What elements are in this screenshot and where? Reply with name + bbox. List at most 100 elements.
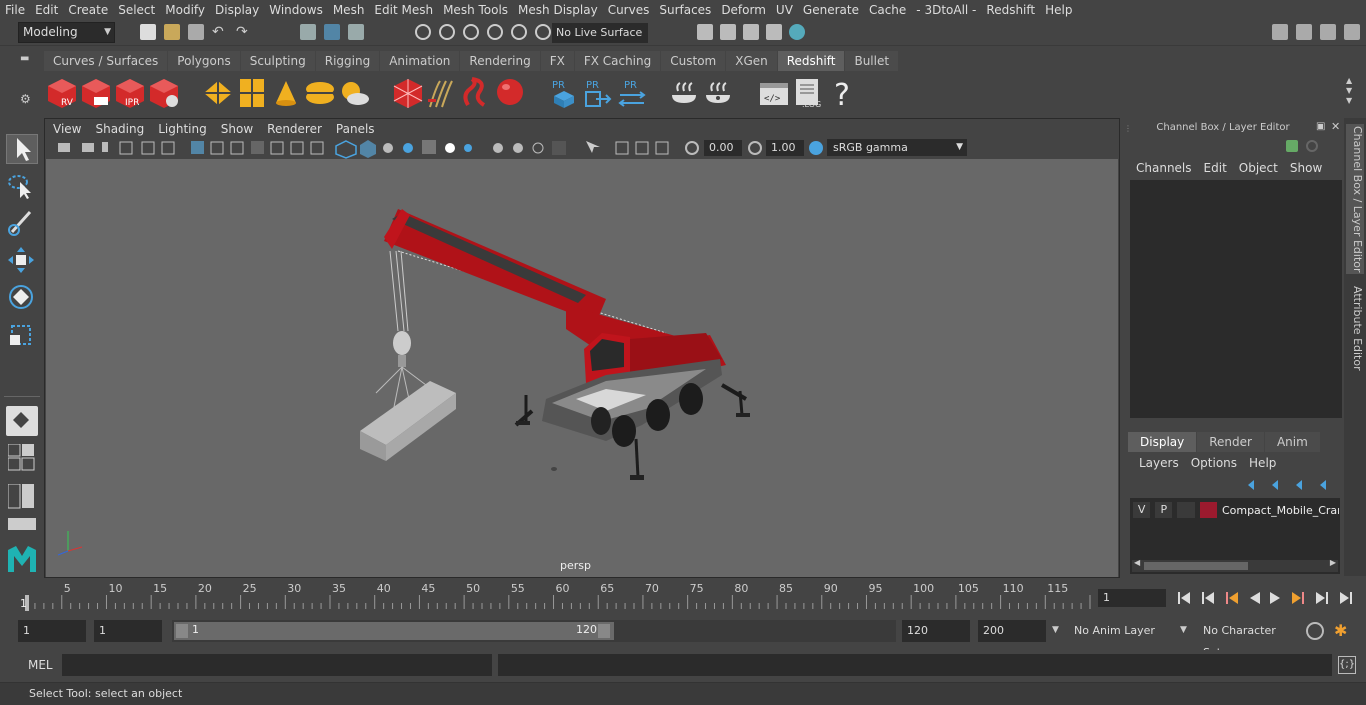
outliner-layout-icon[interactable] <box>8 518 36 530</box>
script-editor-icon[interactable]: {;} <box>1338 656 1356 674</box>
rs-render-sequence-icon[interactable] <box>80 77 112 109</box>
range-end-handle[interactable] <box>598 624 610 638</box>
layer-row[interactable]: V P Compact_Mobile_Cran <box>1133 501 1339 519</box>
shelf-tab-curves-surfaces[interactable]: Curves / Surfaces <box>44 51 168 71</box>
four-view-layout-icon[interactable] <box>7 443 36 472</box>
menu-set-dropdown[interactable]: Modeling ▼ <box>18 22 115 43</box>
channel-menu-object[interactable]: Object <box>1233 161 1284 175</box>
shelf-tab-rendering[interactable]: Rendering <box>460 51 540 71</box>
current-frame-field[interactable]: 1 <box>1098 589 1166 607</box>
move-layer-down-icon[interactable] <box>1272 480 1278 490</box>
layer-tab-render[interactable]: Render <box>1197 432 1264 452</box>
rs-hair-icon[interactable] <box>426 77 458 109</box>
new-layer-selected-icon[interactable] <box>1320 480 1326 490</box>
character-set-dropdown[interactable]: No Character Set <box>1197 620 1297 659</box>
step-forward-icon[interactable] <box>1316 592 1328 604</box>
anim-layer-dropdown[interactable]: No Anim Layer <box>1068 620 1178 642</box>
rs-render-view-icon[interactable]: RV <box>46 77 78 109</box>
menu-3dtoall[interactable]: - 3DtoAll - <box>911 0 981 20</box>
rs-sun-sky-icon[interactable] <box>338 77 370 109</box>
menu-select[interactable]: Select <box>113 0 160 20</box>
shelf-tab-animation[interactable]: Animation <box>380 51 460 71</box>
time-ruler[interactable]: 5 10 15 20 25 30 35 40 45 50 55 60 65 70 75 80 85 90 95 100… <box>18 581 1106 611</box>
tool-settings-icon[interactable] <box>1320 24 1336 40</box>
menu-surfaces[interactable]: Surfaces <box>654 0 716 20</box>
menu-edit[interactable]: Edit <box>30 0 63 20</box>
viewport-menu-view[interactable]: View <box>46 122 88 136</box>
menu-windows[interactable]: Windows <box>264 0 328 20</box>
menu-cache[interactable]: Cache <box>864 0 911 20</box>
rs-render-settings-icon[interactable] <box>148 77 180 109</box>
chevron-down-icon[interactable]: ▼ <box>1180 625 1187 635</box>
play-forwards-icon[interactable] <box>1270 592 1280 604</box>
render-view-icon[interactable] <box>697 24 713 40</box>
rs-sphere-icon[interactable] <box>494 77 526 109</box>
rs-dome-light-icon[interactable] <box>304 77 336 109</box>
channel-box-manip-icon[interactable] <box>1286 140 1298 152</box>
channel-box-side-tab[interactable]: Channel Box / Layer Editor <box>1346 124 1364 274</box>
paint-select-tool-icon[interactable] <box>6 208 38 238</box>
rs-proxy-icon[interactable] <box>392 77 424 109</box>
side-by-side-layout-icon[interactable] <box>7 483 36 510</box>
save-scene-icon[interactable] <box>188 24 204 40</box>
range-slider[interactable]: 1 120 <box>172 620 896 642</box>
shelf-tab-fx[interactable]: FX <box>540 51 574 71</box>
rs-portal-light-icon[interactable] <box>236 77 268 109</box>
layer-playback-toggle[interactable]: P <box>1155 502 1173 518</box>
snap-point-icon[interactable] <box>463 24 479 40</box>
menu-help[interactable]: Help <box>1040 0 1077 20</box>
shelf-tab-bullet[interactable]: Bullet <box>845 51 899 71</box>
shelf-tab-fx-caching[interactable]: FX Caching <box>574 51 661 71</box>
scale-tool-icon[interactable] <box>6 320 38 350</box>
layer-tab-anim[interactable]: Anim <box>1264 432 1320 452</box>
menu-edit-mesh[interactable]: Edit Mesh <box>369 0 438 20</box>
menu-create[interactable]: Create <box>63 0 113 20</box>
undo-icon[interactable]: ↶ <box>212 24 228 40</box>
rs-script-icon[interactable]: </> <box>758 77 790 109</box>
range-start-handle[interactable] <box>176 624 188 638</box>
layer-name[interactable]: Compact_Mobile_Cran <box>1222 504 1339 517</box>
channel-menu-show[interactable]: Show <box>1284 161 1328 175</box>
viewport-menu-shading[interactable]: Shading <box>88 122 151 136</box>
float-panel-icon[interactable]: ▣ <box>1316 121 1325 132</box>
script-language-toggle[interactable]: MEL <box>18 654 58 676</box>
snap-view-icon[interactable] <box>487 24 503 40</box>
open-scene-icon[interactable] <box>164 24 180 40</box>
go-to-start-icon[interactable] <box>1178 592 1190 604</box>
rs-volume-icon[interactable] <box>460 77 492 109</box>
menu-mesh-display[interactable]: Mesh Display <box>513 0 603 20</box>
menu-file[interactable]: File <box>0 0 30 20</box>
channel-menu-edit[interactable]: Edit <box>1198 161 1233 175</box>
rs-help-icon[interactable]: ? <box>826 77 858 109</box>
move-layer-up-icon[interactable] <box>1248 480 1254 490</box>
step-forward-key-icon[interactable] <box>1292 592 1304 604</box>
gamma-field[interactable]: 1.00 <box>766 140 804 156</box>
shelf-tab-custom[interactable]: Custom <box>661 51 726 71</box>
rs-bake-settings-icon[interactable] <box>702 77 734 109</box>
viewport-menu-lighting[interactable]: Lighting <box>151 122 214 136</box>
range-end-field[interactable]: 200 <box>978 620 1046 642</box>
layer-color-swatch[interactable] <box>1199 502 1217 518</box>
snap-live-icon[interactable] <box>535 24 551 40</box>
rs-area-light-icon[interactable] <box>202 77 234 109</box>
auto-key-icon[interactable] <box>1306 622 1324 640</box>
shelf-collapse-icon[interactable]: ▬ <box>20 53 34 67</box>
viewport-menu-show[interactable]: Show <box>214 122 260 136</box>
channel-menu-channels[interactable]: Channels <box>1130 161 1198 175</box>
shelf-scroll-arrows[interactable]: ▲ ▼ ▼ <box>1346 76 1358 112</box>
channel-box-sync-icon[interactable] <box>1306 140 1318 152</box>
rs-pr-import-icon[interactable]: PR <box>582 77 614 109</box>
close-icon[interactable]: ✕ <box>1331 120 1340 133</box>
select-object-icon[interactable] <box>324 24 340 40</box>
shelf-tab-redshift[interactable]: Redshift <box>777 51 845 71</box>
layer-visibility-toggle[interactable]: V <box>1133 502 1151 518</box>
viewport-menu-renderer[interactable]: Renderer <box>260 122 329 136</box>
exposure-field[interactable]: 0.00 <box>704 140 742 156</box>
range-slider-bar[interactable] <box>174 622 614 640</box>
rs-ipr-icon[interactable]: IPR <box>114 77 146 109</box>
snap-grid-icon[interactable] <box>415 24 431 40</box>
rs-pr-proxy-export-icon[interactable]: PR <box>548 77 580 109</box>
layer-menu-layers[interactable]: Layers <box>1133 456 1185 470</box>
render-current-icon[interactable] <box>720 24 736 40</box>
select-tool-icon[interactable] <box>6 134 38 164</box>
